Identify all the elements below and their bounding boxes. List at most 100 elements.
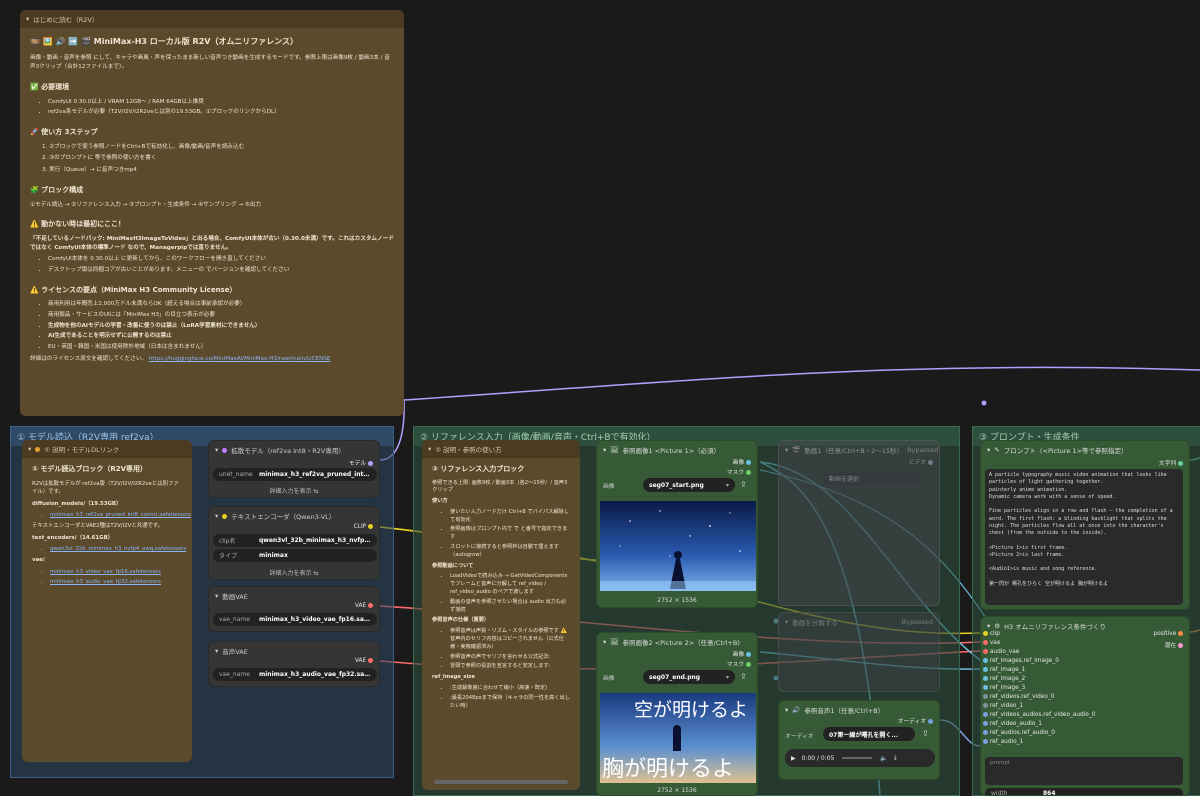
clip-type-select[interactable]: タイプ minimax: [213, 549, 377, 562]
ref-video-node[interactable]: ▾ 🎬 動画1（任意/Ctrl+B・2〜15秒） Bypassed ⊘ ビデオ …: [778, 440, 940, 606]
dropdown-arrow-icon: ▾: [725, 481, 729, 489]
model-note[interactable]: ▾ ① 説明・モデルDLリンク ① モデル読込ブロック（R2V専用） R2Vは拡…: [22, 440, 192, 762]
input-port[interactable]: ref_videos_audios.ref_video_audio_0: [983, 712, 1095, 718]
license-item: AI生成であることを明示せずに公開するのは禁止: [48, 332, 394, 341]
clip-name-value: qwen3vl_32b_minimax_h3_nvfp4_aw...: [259, 537, 371, 544]
intro-note-title-bar[interactable]: ▾ はじめに読む（R2V）: [20, 10, 404, 28]
unet-name-label: unet_name: [219, 471, 253, 478]
audio-time: 0:00 / 0:05: [801, 754, 835, 762]
license-title: ⚠️ ライセンスの要点（MiniMax H3 Community License…: [30, 285, 237, 294]
mask-output[interactable]: マスク: [727, 659, 751, 668]
vae-output[interactable]: VAE: [355, 658, 373, 664]
collapse-icon[interactable]: ▾: [987, 446, 990, 454]
audio-file-select[interactable]: 07第一線が曙孔を開く...: [823, 727, 915, 741]
upload-icon[interactable]: ⇪: [922, 729, 929, 738]
collapse-icon[interactable]: ▾: [785, 706, 788, 714]
prompt-textarea[interactable]: A particle typography music video animat…: [985, 469, 1183, 605]
input-port[interactable]: ref_video_audio_1: [983, 721, 1042, 727]
clip-name-select[interactable]: clip名 qwen3vl_32b_minimax_h3_nvfp4_aw...: [213, 534, 377, 547]
show-advanced-button[interactable]: 詳細入力を表示 ⇆: [209, 568, 379, 577]
cond-prompt-textarea[interactable]: prompt: [985, 757, 1183, 785]
text-encoder-node[interactable]: ▾ テキストエンコーダ（Qwen3-VL） CLIP clip名 qwen3vl…: [208, 506, 380, 580]
input-port[interactable]: ref_image_1: [983, 667, 1025, 673]
play-icon[interactable]: ▶: [791, 755, 796, 762]
audio-progress-track[interactable]: [842, 757, 873, 759]
collapse-icon[interactable]: ▾: [987, 622, 990, 630]
split-video-title: 動画を分解する: [792, 619, 838, 627]
volume-icon[interactable]: 🔈: [880, 755, 887, 762]
collapse-icon[interactable]: ▾: [28, 445, 31, 453]
ref-audio-node[interactable]: ▾ 🔊 参照音声1（任意/Ctrl+B） オーディオ オーディオ 07第一線が曙…: [778, 700, 940, 780]
image-output[interactable]: 画像: [733, 649, 751, 658]
image-icon: 🖼: [610, 638, 619, 646]
input-port[interactable]: clip: [983, 631, 1000, 637]
env-item: ComfyUI 0.30.0以上 / VRAM 12GB〜 / RAM 64GB…: [48, 98, 394, 107]
intro-note[interactable]: ▾ はじめに読む（R2V） 🎞️ 🖼️ 🔊 ➡️ 🎬 MiniMax-H3 ロー…: [20, 10, 404, 416]
image-file-select[interactable]: seg07_start.png ▾: [643, 478, 735, 492]
string-output[interactable]: 文字列: [1159, 458, 1183, 467]
bypassed-badge: Bypassed ⊘: [907, 446, 939, 454]
input-port[interactable]: ref_video_1: [983, 703, 1023, 709]
dropdown-arrow-icon: ▾: [725, 673, 729, 681]
input-port[interactable]: ref_videos.ref_video_0: [983, 694, 1054, 700]
image-file-select[interactable]: seg07_end.png ▾: [643, 670, 735, 684]
positive-output-label: positive: [1153, 631, 1177, 637]
video-vae-node[interactable]: ▾ 動画VAE VAE vae_name minimax_h3_video_va…: [208, 586, 380, 632]
audio-output[interactable]: オーディオ: [898, 716, 933, 725]
download-icon[interactable]: ⤓: [894, 754, 897, 762]
model-note-p2: テキストエンコーダとVAE2種はT2V/I2Vと共通です。: [32, 523, 164, 530]
input-port[interactable]: ref_audio_1: [983, 739, 1023, 745]
collapse-icon[interactable]: ▾: [785, 446, 788, 454]
positive-output[interactable]: positive: [1153, 631, 1183, 637]
collapse-icon[interactable]: ▾: [215, 446, 218, 454]
collapse-icon[interactable]: ▾: [428, 445, 431, 453]
input-port[interactable]: ref_images.ref_image_0: [983, 658, 1059, 664]
upload-icon[interactable]: ⇪: [740, 480, 747, 489]
input-port[interactable]: ref_image_3: [983, 685, 1025, 691]
collapse-icon[interactable]: ▾: [215, 647, 218, 655]
image-output[interactable]: 画像: [733, 457, 751, 466]
split-video-node[interactable]: ▾ 動画を分解する Bypassed: [778, 612, 940, 692]
unet-name-select[interactable]: unet_name minimax_h3_ref2va_pruned_int8_…: [213, 468, 377, 481]
license-link[interactable]: https://huggingface.co/MiniMaxAI/MiniMax…: [149, 356, 331, 362]
prompt-node[interactable]: ▾ ✎ プロンプト（<Picture 1>等で参照指定） 文字列 A parti…: [980, 440, 1190, 610]
video-output[interactable]: ビデオ: [909, 457, 933, 466]
collapse-icon[interactable]: ▾: [603, 638, 606, 646]
ref-image-2-node[interactable]: ▾ 🖼 参照画像2 <Picture 2>（任意/Ctrl+B) 画像 マスク …: [596, 632, 758, 796]
text-encoder-download-link[interactable]: qwen3vl_32b_minimax_h3_nvfp4_awq.safeten…: [50, 545, 186, 553]
step-item: 2. ③のプロンプトに 等で参照の使い方を書く: [42, 155, 157, 162]
audio-vae-download-link[interactable]: minimax_h3_audio_vae_fp32.safetensors: [50, 578, 182, 586]
select-video-button[interactable]: 動画を選択: [823, 471, 919, 485]
collapse-icon[interactable]: ▾: [215, 592, 218, 600]
model-output[interactable]: モデル: [349, 458, 373, 467]
node-type-icon: [222, 513, 228, 519]
collapse-icon[interactable]: ▾: [785, 618, 788, 626]
video-vae-download-link[interactable]: minimax_h3_video_vae_fp16.safetensors: [50, 568, 182, 576]
width-input[interactable]: width 864: [985, 788, 1183, 795]
audio-vae-select[interactable]: vae_name minimax_h3_audio_vae_fp32.safet…: [213, 668, 377, 681]
diffusion-model-node[interactable]: ▾ 拡散モデル（ref2va int8・R2V専用） モデル unet_name…: [208, 440, 380, 498]
image-dimensions: 2752 × 1536: [657, 597, 697, 604]
audio-player[interactable]: ▶ 0:00 / 0:05 🔈 ⤓: [785, 749, 935, 767]
vae-output[interactable]: VAE: [355, 603, 373, 609]
video-vae-select[interactable]: vae_name minimax_h3_video_vae_fp16.safet…: [213, 613, 377, 626]
input-port[interactable]: vae: [983, 640, 1000, 646]
ref-note[interactable]: ▾ ② 説明・参照の使い方 ② リファレンス入力ブロック 参照できる上限: 画像…: [422, 440, 580, 790]
upload-icon[interactable]: ⇪: [740, 672, 747, 681]
ref-image-1-node[interactable]: ▾ 🖼 参照画像1 <Picture 1>（必須） 画像 マスク 画像 seg0…: [596, 440, 758, 608]
audio-vae-node[interactable]: ▾ 音声VAE VAE vae_name minimax_h3_audio_va…: [208, 641, 380, 687]
input-port[interactable]: audio_vae: [983, 649, 1019, 655]
show-advanced-button[interactable]: 詳細入力を表示 ⇆: [209, 486, 379, 495]
collapse-icon[interactable]: ▾: [603, 446, 606, 454]
clip-output[interactable]: CLIP: [354, 524, 373, 530]
mask-output[interactable]: マスク: [727, 467, 751, 476]
input-port[interactable]: ref_image_2: [983, 676, 1025, 682]
collapse-icon[interactable]: ▾: [26, 15, 29, 23]
latent-output[interactable]: 潜在: [1165, 640, 1183, 649]
input-port[interactable]: ref_audios.ref_audio_0: [983, 730, 1055, 736]
horizontal-scrollbar[interactable]: [434, 780, 568, 784]
omni-reference-conditioning-node[interactable]: ▾ ⚙ H3 オムニリファレンス条件づくり positive 潜在 clip v…: [980, 616, 1190, 796]
collapse-icon[interactable]: ▾: [215, 512, 218, 520]
clip-type-value: minimax: [259, 552, 288, 559]
model-download-link[interactable]: minimax_h3_ref2va_pruned_int8_comnt.safe…: [50, 511, 191, 519]
